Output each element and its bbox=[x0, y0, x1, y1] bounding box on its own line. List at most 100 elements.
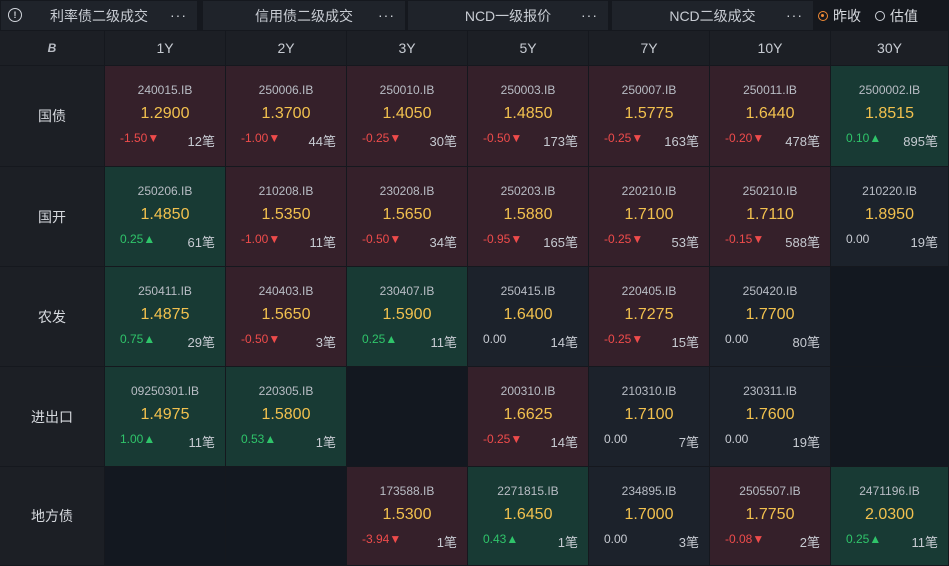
row-label: 进出口 bbox=[0, 367, 104, 466]
quote-cell[interactable]: 2471196.IB 2.0300 0.25▲ 11笔 bbox=[831, 467, 948, 565]
trade-count: 2笔 bbox=[799, 535, 820, 550]
bond-code: 250415.IB bbox=[500, 284, 556, 298]
quote-cell[interactable]: 2505507.IB 1.7750 -0.08▼ 2笔 bbox=[710, 467, 830, 565]
quote-cell[interactable]: 250007.IB 1.5775 -0.25▼ 163笔 bbox=[589, 66, 709, 166]
yield-change: 0.00 bbox=[725, 432, 749, 446]
bond-code: 210208.IB bbox=[258, 184, 314, 198]
yield-change: 0.00 bbox=[604, 532, 628, 546]
more-icon[interactable]: ··· bbox=[378, 7, 395, 23]
yield-change: -0.25▼ bbox=[362, 131, 402, 145]
yield-value: 1.7100 bbox=[624, 206, 674, 223]
quote-cell[interactable]: 220210.IB 1.7100 -0.25▼ 53笔 bbox=[589, 167, 709, 266]
row-label: 国债 bbox=[0, 66, 104, 166]
quote-cell[interactable]: 240403.IB 1.5650 -0.50▼ 3笔 bbox=[226, 267, 346, 366]
yield-change: -0.20▼ bbox=[725, 131, 765, 145]
tenor-header-7y[interactable]: 7Y bbox=[589, 31, 709, 65]
trade-count: 7笔 bbox=[678, 435, 699, 450]
yield-value: 1.4050 bbox=[382, 105, 432, 122]
trade-count: 15笔 bbox=[671, 335, 699, 350]
quote-cell[interactable]: 210310.IB 1.7100 0.00 7笔 bbox=[589, 367, 709, 466]
quote-cell[interactable]: 250210.IB 1.7110 -0.15▼ 588笔 bbox=[710, 167, 830, 266]
trade-count: 19笔 bbox=[910, 235, 938, 250]
yield-change: 0.75▲ bbox=[120, 332, 156, 346]
yield-value: 1.5800 bbox=[261, 406, 311, 423]
yield-change: -0.25▼ bbox=[483, 432, 523, 446]
yield-value: 1.4850 bbox=[503, 105, 553, 122]
quote-cell[interactable]: 250411.IB 1.4875 0.75▲ 29笔 bbox=[105, 267, 225, 366]
tenor-header-10y[interactable]: 10Y bbox=[710, 31, 830, 65]
trade-count: 14笔 bbox=[550, 335, 578, 350]
yield-value: 1.5300 bbox=[382, 506, 432, 523]
yield-value: 1.4875 bbox=[140, 306, 190, 323]
bond-code: 250420.IB bbox=[742, 284, 798, 298]
bond-code: 250011.IB bbox=[743, 83, 797, 97]
tenor-header-5y[interactable]: 5Y bbox=[468, 31, 588, 65]
quote-cell[interactable]: 250011.IB 1.6440 -0.20▼ 478笔 bbox=[710, 66, 830, 166]
tab-label: NCD二级成交 bbox=[669, 7, 756, 24]
quote-cell[interactable]: 220305.IB 1.5800 0.53▲ 1笔 bbox=[226, 367, 346, 466]
yield-value: 1.5900 bbox=[382, 306, 432, 323]
yield-value: 1.5650 bbox=[382, 206, 432, 223]
tab-ncd-secondary-trades[interactable]: NCD二级成交 ··· bbox=[612, 1, 813, 30]
row-label: 国开 bbox=[0, 167, 104, 266]
bond-code: 230407.IB bbox=[379, 284, 435, 298]
radio-valuation[interactable]: 估值 bbox=[875, 6, 918, 26]
trade-count: 53笔 bbox=[671, 235, 699, 250]
bond-code: 234895.IB bbox=[621, 484, 677, 498]
more-icon[interactable]: ··· bbox=[581, 7, 598, 23]
quote-cell[interactable]: 250415.IB 1.6400 0.00 14笔 bbox=[468, 267, 588, 366]
empty-cell bbox=[226, 467, 346, 565]
yield-value: 1.8515 bbox=[865, 105, 914, 122]
quote-cell[interactable]: 250003.IB 1.4850 -0.50▼ 173笔 bbox=[468, 66, 588, 166]
tab-ncd-primary-quotes[interactable]: NCD一级报价 ··· bbox=[408, 1, 608, 30]
tab-rate-bond-trades[interactable]: ! 利率债二级成交 ··· bbox=[1, 1, 197, 30]
tab-credit-bond-trades[interactable]: 信用债二级成交 ··· bbox=[203, 1, 405, 30]
quote-cell[interactable]: 230208.IB 1.5650 -0.50▼ 34笔 bbox=[347, 167, 467, 266]
bond-code: 173588.IB bbox=[379, 484, 435, 498]
yield-change: 0.53▲ bbox=[241, 432, 277, 446]
quote-cell[interactable]: 250006.IB 1.3700 -1.00▼ 44笔 bbox=[226, 66, 346, 166]
quote-cell[interactable]: 173588.IB 1.5300 -3.94▼ 1笔 bbox=[347, 467, 467, 565]
quote-cell[interactable]: 2500002.IB 1.8515 0.10▲ 895笔 bbox=[831, 66, 948, 166]
bond-code: 2471196.IB bbox=[859, 484, 920, 498]
more-icon[interactable]: ··· bbox=[170, 7, 187, 23]
tenor-header-1y[interactable]: 1Y bbox=[105, 31, 225, 65]
yield-change: 0.10▲ bbox=[846, 131, 882, 145]
bond-code: 09250301.IB bbox=[130, 384, 200, 398]
yield-change: 0.43▲ bbox=[483, 532, 519, 546]
quote-cell[interactable]: 210220.IB 1.8950 0.00 19笔 bbox=[831, 167, 948, 266]
quote-cell[interactable]: 234895.IB 1.7000 0.00 3笔 bbox=[589, 467, 709, 565]
quote-cell[interactable]: 210208.IB 1.5350 -1.00▼ 11笔 bbox=[226, 167, 346, 266]
quote-cell[interactable]: 200310.IB 1.6625 -0.25▼ 14笔 bbox=[468, 367, 588, 466]
quote-cell[interactable]: 230407.IB 1.5900 0.25▲ 11笔 bbox=[347, 267, 467, 366]
info-icon[interactable]: ! bbox=[8, 8, 22, 22]
quote-cell[interactable]: 240015.IB 1.2900 -1.50▼ 12笔 bbox=[105, 66, 225, 166]
yield-value: 1.5350 bbox=[261, 206, 311, 223]
bond-icon[interactable]: B bbox=[48, 41, 57, 55]
quote-cell[interactable]: 220405.IB 1.7275 -0.25▼ 15笔 bbox=[589, 267, 709, 366]
yield-value: 1.8950 bbox=[865, 206, 914, 223]
tenor-header-2y[interactable]: 2Y bbox=[226, 31, 346, 65]
bond-code: 240015.IB bbox=[137, 83, 193, 97]
bond-code: 2505507.IB bbox=[739, 484, 801, 498]
tenor-header-3y[interactable]: 3Y bbox=[347, 31, 467, 65]
quote-cell[interactable]: 250010.IB 1.4050 -0.25▼ 30笔 bbox=[347, 66, 467, 166]
trade-count: 11笔 bbox=[911, 535, 939, 550]
quote-cell[interactable]: 230311.IB 1.7600 0.00 19笔 bbox=[710, 367, 830, 466]
quote-cell[interactable]: 250206.IB 1.4850 0.25▲ 61笔 bbox=[105, 167, 225, 266]
tenor-header-30y[interactable]: 30Y bbox=[831, 31, 948, 65]
quote-cell[interactable]: 250203.IB 1.5880 -0.95▼ 165笔 bbox=[468, 167, 588, 266]
yield-value: 1.6625 bbox=[503, 406, 553, 423]
bond-code: 2271815.IB bbox=[497, 484, 559, 498]
yield-value: 2.0300 bbox=[865, 506, 914, 523]
trade-count: 34笔 bbox=[429, 235, 457, 250]
trade-count: 895笔 bbox=[903, 134, 938, 149]
radio-label: 昨收 bbox=[833, 7, 861, 24]
radio-prev-close[interactable]: 昨收 bbox=[818, 6, 861, 26]
more-icon[interactable]: ··· bbox=[786, 7, 803, 23]
quote-cell[interactable]: 2271815.IB 1.6450 0.43▲ 1笔 bbox=[468, 467, 588, 565]
quote-cell[interactable]: 250420.IB 1.7700 0.00 80笔 bbox=[710, 267, 830, 366]
trade-count: 588笔 bbox=[785, 235, 820, 250]
quote-cell[interactable]: 09250301.IB 1.4975 1.00▲ 11笔 bbox=[105, 367, 225, 466]
trade-count: 11笔 bbox=[430, 335, 458, 350]
